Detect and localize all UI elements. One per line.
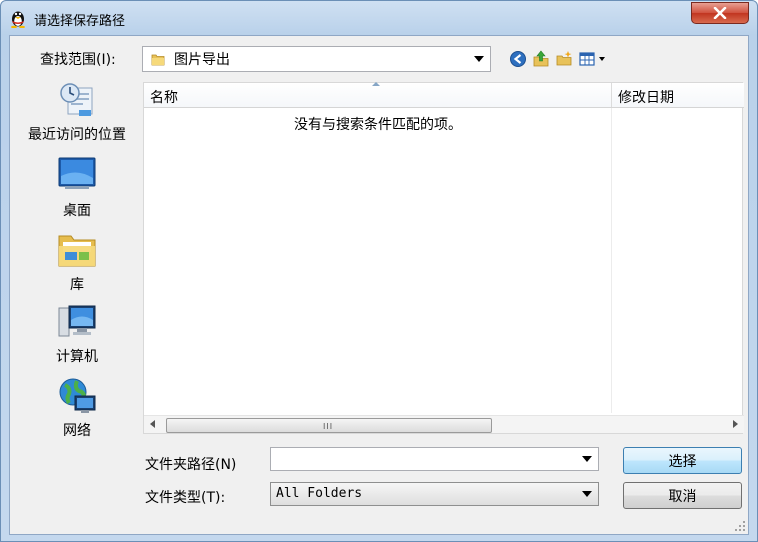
save-path-dialog: 请选择保存路径 查找范围(I): 图片导出 最近访问的位置 桌面 库 计算机 网… bbox=[0, 0, 758, 542]
empty-list-message: 没有与搜索条件匹配的项。 bbox=[294, 117, 462, 133]
dialog-body: 查找范围(I): 图片导出 最近访问的位置 桌面 库 计算机 网络 名称 修改日… bbox=[9, 35, 749, 535]
column-header-row: 名称 修改日期 bbox=[144, 82, 744, 108]
place-label: 最近访问的位置 bbox=[28, 127, 126, 143]
back-icon[interactable] bbox=[509, 50, 527, 68]
file-type-label: 文件类型(T): bbox=[145, 490, 226, 506]
scroll-right-icon[interactable] bbox=[733, 420, 738, 428]
file-type-select[interactable]: All Folders bbox=[270, 482, 599, 506]
computer-icon bbox=[58, 305, 96, 337]
network-icon bbox=[59, 378, 96, 413]
place-label: 库 bbox=[70, 277, 84, 293]
resize-grip-icon[interactable] bbox=[734, 520, 746, 532]
qq-penguin-icon bbox=[11, 11, 25, 28]
scrollbar-grip: III bbox=[323, 422, 334, 431]
look-in-combobox[interactable]: 图片导出 bbox=[142, 46, 491, 72]
up-folder-icon[interactable] bbox=[532, 50, 550, 68]
look-in-label: 查找范围(I): bbox=[40, 52, 116, 68]
window-title: 请选择保存路径 bbox=[34, 14, 126, 29]
cancel-button[interactable]: 取消 bbox=[623, 482, 742, 509]
place-computer[interactable]: 计算机 bbox=[17, 302, 137, 372]
place-label: 桌面 bbox=[63, 203, 91, 219]
place-label: 计算机 bbox=[56, 349, 98, 365]
place-network[interactable]: 网络 bbox=[17, 376, 137, 446]
folder-path-label: 文件夹路径(N) bbox=[145, 457, 237, 473]
folder-icon bbox=[151, 54, 165, 66]
scroll-left-icon[interactable] bbox=[150, 420, 155, 428]
desktop-icon bbox=[58, 157, 96, 189]
select-button[interactable]: 选择 bbox=[623, 447, 742, 474]
new-folder-icon[interactable] bbox=[555, 50, 573, 68]
scrollbar-thumb[interactable]: III bbox=[166, 418, 492, 433]
place-recent[interactable]: 最近访问的位置 bbox=[17, 80, 137, 150]
chevron-down-icon[interactable] bbox=[474, 56, 484, 62]
places-bar: 最近访问的位置 桌面 库 计算机 网络 bbox=[17, 80, 137, 526]
title-bar[interactable]: 请选择保存路径 bbox=[1, 1, 757, 35]
place-libraries[interactable]: 库 bbox=[17, 230, 137, 300]
column-header-name[interactable]: 名称 bbox=[144, 82, 612, 107]
file-list-view[interactable]: 名称 修改日期 没有与搜索条件匹配的项。 III bbox=[143, 82, 744, 434]
sort-ascending-icon bbox=[372, 82, 380, 86]
file-type-value: All Folders bbox=[276, 486, 363, 501]
column-divider bbox=[611, 108, 612, 413]
column-date-label: 修改日期 bbox=[618, 90, 674, 106]
column-name-label: 名称 bbox=[150, 90, 178, 106]
libraries-icon bbox=[58, 235, 96, 267]
place-label: 网络 bbox=[63, 423, 91, 439]
column-header-date[interactable]: 修改日期 bbox=[612, 83, 744, 107]
recent-places-icon bbox=[60, 83, 93, 116]
chevron-down-icon[interactable] bbox=[582, 456, 592, 462]
horizontal-scrollbar[interactable]: III bbox=[144, 415, 744, 433]
close-icon bbox=[713, 7, 727, 19]
chevron-down-icon[interactable] bbox=[582, 491, 592, 497]
place-desktop[interactable]: 桌面 bbox=[17, 156, 137, 226]
view-menu-icon[interactable] bbox=[579, 50, 609, 68]
close-button[interactable] bbox=[691, 2, 749, 24]
folder-path-input[interactable] bbox=[270, 447, 599, 471]
look-in-value: 图片导出 bbox=[174, 52, 230, 68]
